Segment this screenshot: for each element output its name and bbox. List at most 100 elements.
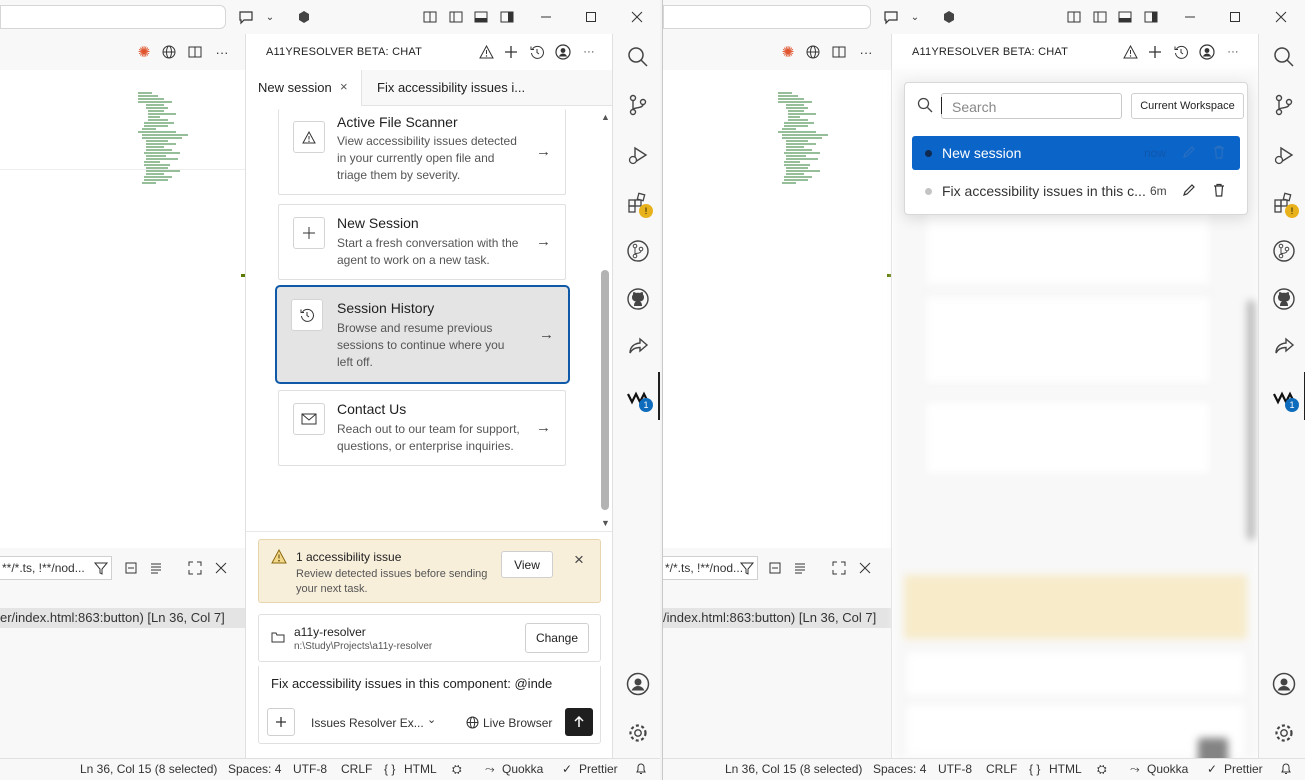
- prettier-status[interactable]: Prettier: [1224, 762, 1263, 776]
- a11y-resolver-icon[interactable]: 1: [625, 386, 653, 412]
- toggle-sidebar-icon[interactable]: [1090, 7, 1110, 27]
- sparkle-icon[interactable]: ✺: [778, 42, 798, 62]
- bell-icon[interactable]: [1280, 762, 1292, 775]
- command-center[interactable]: [0, 5, 226, 29]
- maximize-icon[interactable]: [581, 7, 601, 27]
- quokka-status[interactable]: Quokka: [502, 762, 543, 776]
- search-input[interactable]: Search: [941, 93, 1122, 119]
- warning-icon[interactable]: [1120, 42, 1140, 62]
- encoding[interactable]: UTF-8: [938, 762, 972, 776]
- split-editor-icon[interactable]: [829, 42, 849, 62]
- edit-icon[interactable]: [1182, 183, 1196, 197]
- pull-request-icon[interactable]: [625, 238, 651, 264]
- new-chat-icon[interactable]: [1145, 42, 1165, 62]
- new-chat-icon[interactable]: [501, 42, 521, 62]
- tab-fix-accessibility[interactable]: Fix accessibility issues i...: [365, 70, 563, 106]
- card-session-history[interactable]: Session History Browse and resume previo…: [275, 285, 570, 384]
- card-active-file-scanner[interactable]: Active File Scanner View accessibility i…: [278, 109, 566, 195]
- more-actions-icon[interactable]: ···: [1223, 42, 1243, 62]
- gear-icon[interactable]: [1271, 720, 1297, 746]
- search-icon[interactable]: [625, 44, 651, 70]
- filter-icon[interactable]: [737, 558, 757, 578]
- toggle-bottom-panel-icon[interactable]: [471, 7, 491, 27]
- account-icon[interactable]: [1197, 42, 1217, 62]
- search-icon[interactable]: [1271, 44, 1297, 70]
- line-ending[interactable]: CRLF: [341, 762, 372, 776]
- maximize-panel-icon[interactable]: [829, 558, 849, 578]
- account-icon[interactable]: [625, 671, 651, 697]
- bell-icon[interactable]: [635, 762, 647, 775]
- chevron-down-icon[interactable]: ⌄: [427, 713, 436, 726]
- minimize-icon[interactable]: [1180, 7, 1200, 27]
- pull-request-icon[interactable]: [1271, 238, 1297, 264]
- indentation[interactable]: Spaces: 4: [873, 762, 926, 776]
- extensions-icon[interactable]: !: [625, 190, 653, 218]
- session-row-active[interactable]: New session now: [912, 136, 1240, 170]
- toggle-sidebar-icon[interactable]: [446, 7, 466, 27]
- toggle-bottom-panel-icon[interactable]: [1115, 7, 1135, 27]
- indentation[interactable]: Spaces: 4: [228, 762, 281, 776]
- live-share-icon[interactable]: [1271, 334, 1297, 360]
- close-icon[interactable]: [1271, 7, 1291, 27]
- minimap[interactable]: [778, 92, 844, 222]
- more-actions-icon[interactable]: ···: [579, 42, 599, 62]
- copilot-icon[interactable]: [881, 7, 901, 27]
- maximize-panel-icon[interactable]: [185, 558, 205, 578]
- accessibility-icon[interactable]: ⛭: [1097, 762, 1107, 777]
- scroll-up-icon[interactable]: ▲: [601, 112, 610, 122]
- minimize-icon[interactable]: [536, 7, 556, 27]
- collapse-all-icon[interactable]: [121, 558, 141, 578]
- change-button[interactable]: Change: [525, 623, 589, 653]
- github-icon[interactable]: [625, 286, 651, 312]
- collapse-all-icon[interactable]: [765, 558, 785, 578]
- close-panel-icon[interactable]: [211, 558, 231, 578]
- history-icon[interactable]: [1171, 42, 1191, 62]
- source-control-icon[interactable]: [1271, 92, 1297, 118]
- card-new-session[interactable]: New Session Start a fresh conversation w…: [278, 204, 566, 280]
- a11y-resolver-icon[interactable]: 1: [1271, 386, 1299, 412]
- chevron-down-icon[interactable]: ⌄: [905, 7, 925, 27]
- globe-icon[interactable]: [159, 42, 179, 62]
- accessibility-icon[interactable]: ⛭: [452, 762, 462, 777]
- run-debug-icon[interactable]: [625, 142, 651, 168]
- maximize-icon[interactable]: [1225, 7, 1245, 27]
- live-share-icon[interactable]: [625, 334, 651, 360]
- line-ending[interactable]: CRLF: [986, 762, 1017, 776]
- send-button[interactable]: [565, 708, 593, 736]
- list-icon[interactable]: [790, 558, 810, 578]
- account-icon[interactable]: [553, 42, 573, 62]
- run-debug-icon[interactable]: [1271, 142, 1297, 168]
- edit-icon[interactable]: [1182, 145, 1196, 159]
- toggle-secondary-sidebar-icon[interactable]: [497, 7, 517, 27]
- session-row[interactable]: Fix accessibility issues in this c... 6m: [912, 174, 1240, 208]
- sparkle-icon[interactable]: ✺: [134, 42, 154, 62]
- extensions-icon[interactable]: !: [1271, 190, 1299, 218]
- globe-icon[interactable]: [803, 42, 823, 62]
- encoding[interactable]: UTF-8: [293, 762, 327, 776]
- toggle-panel-icon[interactable]: [1064, 7, 1084, 27]
- workspace-scope-button[interactable]: Current Workspace: [1131, 93, 1244, 119]
- source-control-icon[interactable]: [625, 92, 651, 118]
- add-context-button[interactable]: [267, 708, 295, 736]
- scroll-down-icon[interactable]: ▼: [601, 518, 610, 528]
- command-center[interactable]: [663, 5, 871, 29]
- language-mode[interactable]: HTML: [404, 762, 437, 776]
- filter-icon[interactable]: [91, 558, 111, 578]
- list-icon[interactable]: [146, 558, 166, 578]
- copilot-icon[interactable]: [236, 7, 256, 27]
- live-browser-toggle[interactable]: Live Browser: [483, 716, 552, 730]
- mode-selector[interactable]: Issues Resolver Ex...: [311, 716, 424, 730]
- close-icon[interactable]: [627, 7, 647, 27]
- warning-icon[interactable]: [476, 42, 496, 62]
- view-button[interactable]: View: [501, 551, 553, 578]
- trash-icon[interactable]: [1212, 183, 1226, 197]
- toggle-panel-icon[interactable]: [420, 7, 440, 27]
- chevron-down-icon[interactable]: ⌄: [260, 7, 280, 27]
- close-icon[interactable]: ×: [574, 550, 584, 570]
- language-mode[interactable]: HTML: [1049, 762, 1082, 776]
- scrollbar-thumb[interactable]: [601, 270, 609, 510]
- github-icon[interactable]: [1271, 286, 1297, 312]
- close-panel-icon[interactable]: [855, 558, 875, 578]
- code-editor[interactable]: [0, 70, 245, 548]
- code-editor[interactable]: [663, 70, 891, 548]
